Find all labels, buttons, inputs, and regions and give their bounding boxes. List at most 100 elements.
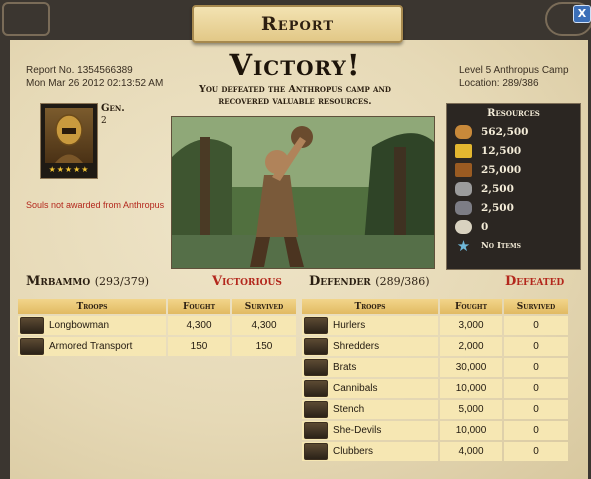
resource-row: 25,000: [455, 161, 521, 179]
location-coords: Location: 289/386: [459, 78, 539, 89]
survived-cell: 150: [232, 337, 296, 356]
fought-cell: 10,000: [440, 421, 502, 440]
armored-transport-icon: [20, 338, 44, 355]
battle-illustration: [171, 116, 435, 269]
report-date: Mon Mar 26 2012 02:13:52 AM: [26, 78, 164, 89]
resource-row: 2,500: [455, 180, 514, 198]
resource-row: ★ No Items: [455, 237, 521, 255]
resource-value: No Items: [481, 241, 521, 251]
table-row[interactable]: Cannibals 10,000 0: [302, 379, 568, 398]
general-stars: ★★★★★: [48, 165, 90, 174]
helmet-icon: [45, 108, 93, 163]
troop-cell: Cannibals: [302, 379, 438, 398]
troop-name: She-Devils: [333, 425, 382, 437]
column-header: Troops: [302, 299, 438, 314]
fought-cell: 2,000: [440, 337, 502, 356]
survived-cell: 4,300: [232, 316, 296, 335]
general-portrait[interactable]: ★★★★★: [40, 103, 98, 179]
wood-icon: [455, 163, 472, 177]
she-devils-icon: [304, 422, 328, 439]
stench-icon: [304, 401, 328, 418]
resources-panel: Resources 562,500 12,500 25,000 2,500 2,…: [446, 103, 581, 270]
survived-cell: 0: [504, 358, 568, 377]
survived-cell: 0: [504, 421, 568, 440]
window-title: Report: [260, 13, 335, 35]
survived-cell: 0: [504, 316, 568, 335]
fought-cell: 30,000: [440, 358, 502, 377]
general-level: 2: [101, 116, 107, 126]
frame-corner-ornament: [2, 2, 50, 36]
resource-row: 562,500: [455, 123, 529, 141]
resource-value: 12,500: [481, 145, 522, 157]
troop-name: Shredders: [333, 341, 380, 353]
skull-icon: [455, 220, 472, 234]
resource-row: 2,500: [455, 199, 514, 217]
close-button[interactable]: X: [573, 5, 591, 23]
troop-cell: Stench: [302, 400, 438, 419]
troop-name: Brats: [333, 362, 357, 374]
defender-header: Defender (289/386): [309, 274, 430, 289]
table-row[interactable]: Armored Transport 150 150: [18, 337, 296, 356]
troop-name: Stench: [333, 404, 365, 416]
fought-cell: 10,000: [440, 379, 502, 398]
troop-cell: Armored Transport: [18, 337, 166, 356]
fought-cell: 5,000: [440, 400, 502, 419]
troop-cell: Shredders: [302, 337, 438, 356]
troop-cell: Clubbers: [302, 442, 438, 461]
defender-troops-table: Troops Fought Survived Hurlers 3,000 0 S…: [300, 297, 570, 463]
attacker-count: (293/379): [94, 275, 150, 288]
survived-cell: 0: [504, 400, 568, 419]
survived-cell: 0: [504, 337, 568, 356]
shredders-icon: [304, 338, 328, 355]
attacker-name: Mrbammo: [26, 274, 91, 289]
table-row[interactable]: She-Devils 10,000 0: [302, 421, 568, 440]
column-header: Fought: [168, 299, 230, 314]
table-row[interactable]: Hurlers 3,000 0: [302, 316, 568, 335]
cannibals-icon: [304, 380, 328, 397]
table-row[interactable]: Longbowman 4,300 4,300: [18, 316, 296, 335]
resource-value: 2,500: [481, 183, 514, 195]
resource-value: 2,500: [481, 202, 514, 214]
defender-result: Defeated: [505, 274, 565, 289]
resources-title: Resources: [487, 108, 540, 119]
attacker-result: Victorious: [212, 274, 282, 289]
general-label: Gen.: [101, 103, 125, 114]
troop-name: Cannibals: [333, 383, 378, 395]
fought-cell: 150: [168, 337, 230, 356]
hurlers-icon: [304, 317, 328, 334]
survived-cell: 0: [504, 442, 568, 461]
clubbers-icon: [304, 443, 328, 460]
attacker-header: Mrbammo (293/379): [26, 274, 149, 289]
longbowman-icon: [20, 317, 44, 334]
troop-cell: She-Devils: [302, 421, 438, 440]
resource-value: 562,500: [481, 126, 529, 138]
table-row[interactable]: Brats 30,000 0: [302, 358, 568, 377]
table-row[interactable]: Stench 5,000 0: [302, 400, 568, 419]
column-header: Survived: [504, 299, 568, 314]
attacker-troops-table: Troops Fought Survived Longbowman 4,300 …: [16, 297, 298, 358]
stone-icon: [455, 182, 472, 196]
troop-cell: Brats: [302, 358, 438, 377]
troop-name: Armored Transport: [49, 341, 133, 353]
souls-note: Souls not awarded from Anthropus: [26, 200, 165, 210]
resource-value: 0: [481, 221, 489, 233]
resource-value: 25,000: [481, 164, 522, 176]
column-header: Fought: [440, 299, 502, 314]
star-item-icon: ★: [456, 237, 471, 255]
iron-ore-icon: [455, 201, 472, 215]
battle-subtitle: You defeated the Anthropus camp and reco…: [199, 84, 391, 107]
fought-cell: 4,300: [168, 316, 230, 335]
location-name: Level 5 Anthropus Camp: [459, 65, 569, 76]
resource-row: 0: [455, 218, 488, 236]
resource-row: 12,500: [455, 142, 521, 160]
fought-cell: 3,000: [440, 316, 502, 335]
table-row[interactable]: Clubbers 4,000 0: [302, 442, 568, 461]
survived-cell: 0: [504, 379, 568, 398]
victory-headline: Victory!: [229, 48, 361, 82]
troop-name: Hurlers: [333, 320, 366, 332]
brats-icon: [304, 359, 328, 376]
report-window: Report X Report No. 1354566389 Mon Mar 2…: [0, 0, 591, 479]
troop-cell: Longbowman: [18, 316, 166, 335]
table-row[interactable]: Shredders 2,000 0: [302, 337, 568, 356]
troop-name: Clubbers: [333, 446, 374, 458]
